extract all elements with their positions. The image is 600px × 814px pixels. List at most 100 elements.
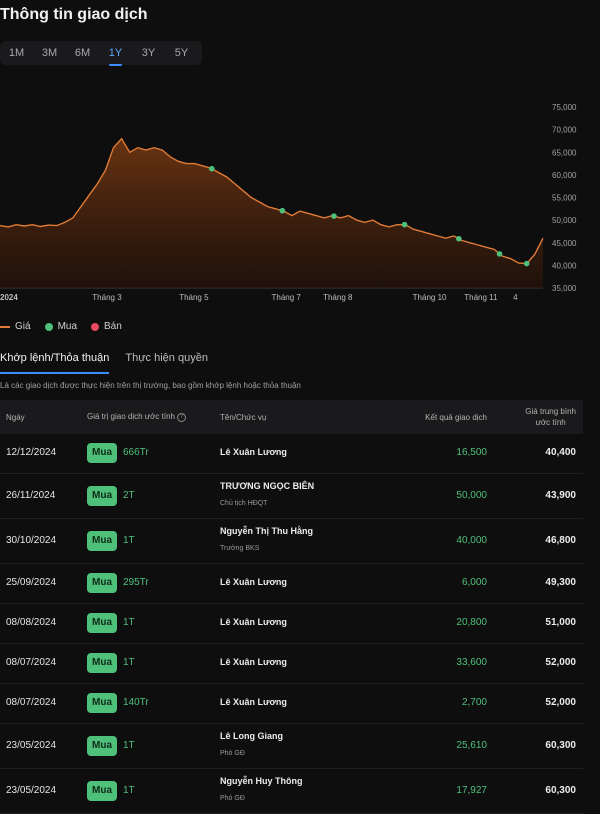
buy-badge: Mua <box>87 653 117 673</box>
row-name: Lê Xuân Lương <box>220 617 287 627</box>
buy-marker[interactable] <box>456 235 462 242</box>
row-value: 140Tr <box>123 697 149 708</box>
table-row[interactable]: 12/12/2024 Mua 666Tr Lê Xuân Lương 16,500 40,… <box>0 434 583 474</box>
row-result: 50,000 <box>456 490 487 501</box>
row-result: 6,000 <box>461 577 487 588</box>
table-body: 12/12/2024 Mua 666Tr Lê Xuân Lương 16,500 40,… <box>0 434 583 814</box>
row-result: 2,700 <box>461 697 487 708</box>
row-role: Phó GĐ <box>220 795 245 802</box>
y-tick-label: 45,000 <box>552 239 577 248</box>
transactions-table: Ngày Giá trị giao dịch ước tính? Tên/Chứ… <box>0 400 583 814</box>
row-date: 23/05/2024 <box>6 785 57 796</box>
row-role: Chủ tịch HĐQT <box>220 500 268 507</box>
row-avg-price: 52,000 <box>545 697 576 708</box>
buy-badge: Mua <box>87 573 117 593</box>
legend-label: Bán <box>104 321 122 332</box>
table-row[interactable]: 23/05/2024 Mua 1T Nguyễn Huy Thông Phó GĐ 17,… <box>0 769 583 814</box>
row-avg-price: 51,000 <box>545 617 576 628</box>
buy-badge: Mua <box>87 781 117 801</box>
y-tick-label: 35,000 <box>552 284 577 293</box>
table-row[interactable]: 08/07/2024 Mua 1T Lê Xuân Lương 33,600 52,000 <box>0 644 583 684</box>
table-row[interactable]: 23/05/2024 Mua 1T Lê Long Giang Phó GĐ 25,610… <box>0 724 583 769</box>
row-value: 1T <box>123 785 135 796</box>
row-date: 23/05/2024 <box>6 740 57 751</box>
buy-marker[interactable] <box>279 207 286 214</box>
row-avg-price: 43,900 <box>545 490 576 501</box>
row-avg-price: 46,800 <box>545 535 576 546</box>
row-value: 666Tr <box>123 447 149 458</box>
tab-3y[interactable]: 3Y <box>132 47 165 59</box>
table-row[interactable]: 26/11/2024 Mua 2T TRƯƠNG NGỌC BIÊN Chủ tịch … <box>0 474 583 519</box>
legend-label: Giá <box>15 321 31 332</box>
x-tick-label: 2024 <box>0 293 18 302</box>
table-row[interactable]: 08/07/2024 Mua 140Tr Lê Xuân Lương 2,700 52,0… <box>0 684 583 724</box>
tab-6m[interactable]: 6M <box>66 47 99 59</box>
row-date: 26/11/2024 <box>6 490 56 501</box>
header-value-label: Giá trị giao dịch ước tính <box>87 412 175 422</box>
tab-matched-orders[interactable]: Khớp lệnh/Thỏa thuận <box>0 352 110 374</box>
legend-sell: Bán <box>91 321 122 332</box>
row-avg-price: 52,000 <box>545 657 576 668</box>
row-name: Nguyễn Huy Thông <box>220 776 303 786</box>
tab-5y[interactable]: 5Y <box>165 47 198 59</box>
x-tick-label: Tháng 7 <box>272 293 302 302</box>
legend-label: Mua <box>57 321 78 332</box>
table-row[interactable]: 08/08/2024 Mua 1T Lê Xuân Lương 20,800 51,000 <box>0 604 583 644</box>
buy-badge: Mua <box>87 486 117 506</box>
range-tabs: 1M 3M 6M 1Y 3Y 5Y <box>0 41 202 66</box>
row-name: TRƯƠNG NGỌC BIÊN <box>220 481 315 491</box>
price-chart[interactable]: 75,000 70,000 65,000 60,000 55,000 50,000 45,0… <box>0 95 600 305</box>
page-title: Thông tin giao dịch <box>0 6 148 23</box>
row-date: 25/09/2024 <box>6 577 57 588</box>
table-row[interactable]: 25/09/2024 Mua 295Tr Lê Xuân Lương 6,000 49,3… <box>0 564 583 604</box>
tab-3m[interactable]: 3M <box>33 47 66 59</box>
chart-legend: Giá Mua Bán <box>0 321 136 332</box>
row-result: 17,927 <box>456 785 487 796</box>
buy-badge: Mua <box>87 736 117 756</box>
tab-1m[interactable]: 1M <box>0 47 33 59</box>
row-value: 2T <box>123 490 135 501</box>
y-tick-label: 55,000 <box>552 194 577 203</box>
header-name: Tên/Chức vụ <box>220 412 267 422</box>
x-tick-label: Tháng 11 <box>464 293 498 302</box>
table-row[interactable]: 30/10/2024 Mua 1T Nguyễn Thị Thu Hằng Trưởng… <box>0 519 583 564</box>
y-tick-label: 40,000 <box>552 261 577 270</box>
row-result: 20,800 <box>456 617 487 628</box>
tab-rights-exercise[interactable]: Thực hiện quyền <box>125 352 208 374</box>
buy-badge: Mua <box>87 613 117 633</box>
row-name: Lê Xuân Lương <box>220 697 287 707</box>
buy-marker[interactable] <box>496 251 503 257</box>
x-tick-label: Tháng 8 <box>323 293 353 302</box>
row-avg-price: 49,300 <box>545 577 576 588</box>
row-name: Lê Xuân Lương <box>220 447 287 457</box>
legend-price: Giá <box>0 321 31 332</box>
header-date: Ngày <box>6 412 25 422</box>
buy-marker[interactable] <box>401 221 408 228</box>
row-result: 25,610 <box>456 740 487 751</box>
y-tick-label: 60,000 <box>552 171 577 180</box>
row-value: 295Tr <box>123 577 149 588</box>
x-tick-label: 4 <box>513 293 518 302</box>
header-avg: Giá trung bình ước tính <box>525 406 576 428</box>
row-date: 08/07/2024 <box>6 697 57 708</box>
price-area <box>0 138 543 288</box>
buy-dot-icon <box>44 322 53 331</box>
buy-marker[interactable] <box>331 213 337 219</box>
tab-description: Là các giao dịch được thực hiện trên thị… <box>0 381 301 390</box>
buy-badge: Mua <box>87 443 117 463</box>
buy-badge: Mua <box>87 693 117 713</box>
x-tick-label: Tháng 5 <box>179 293 209 302</box>
row-avg-price: 60,300 <box>545 740 576 751</box>
tab-1y[interactable]: 1Y <box>99 47 132 66</box>
row-result: 16,500 <box>456 447 487 458</box>
header-result: Kết quả giao dịch <box>425 412 487 422</box>
row-avg-price: 60,300 <box>545 785 576 796</box>
info-icon[interactable]: ? <box>176 412 186 422</box>
y-tick-label: 70,000 <box>552 126 577 135</box>
buy-marker[interactable] <box>523 260 530 267</box>
row-role: Phó GĐ <box>220 750 245 757</box>
buy-marker[interactable] <box>208 165 215 172</box>
row-date: 12/12/2024 <box>6 447 57 458</box>
row-role: Trưởng BKS <box>220 545 260 552</box>
row-name: Lê Xuân Lương <box>220 657 287 667</box>
